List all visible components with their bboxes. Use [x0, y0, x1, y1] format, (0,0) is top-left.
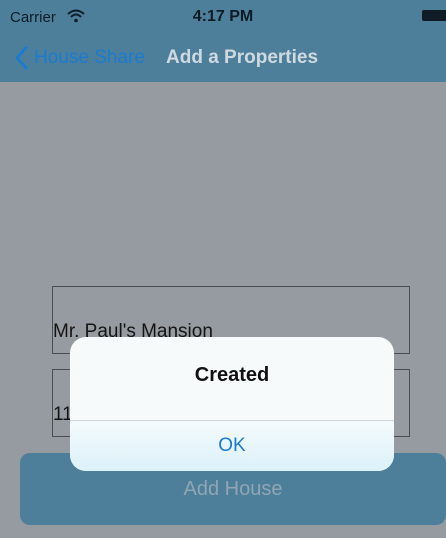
ok-button[interactable]: OK — [70, 421, 394, 471]
chevron-left-icon — [15, 46, 28, 70]
navigation-bar: House Share Add a Properties — [0, 34, 446, 82]
alert-title: Created — [194, 364, 270, 386]
back-label: House Share — [34, 47, 145, 68]
back-button[interactable]: House Share — [14, 44, 145, 72]
battery-icon — [422, 10, 446, 21]
status-bar: Carrier 4:17 PM — [0, 0, 446, 34]
page-title: Add a Properties — [166, 47, 319, 68]
created-alert: Created OK — [70, 337, 394, 471]
status-time: 4:17 PM — [192, 8, 254, 25]
